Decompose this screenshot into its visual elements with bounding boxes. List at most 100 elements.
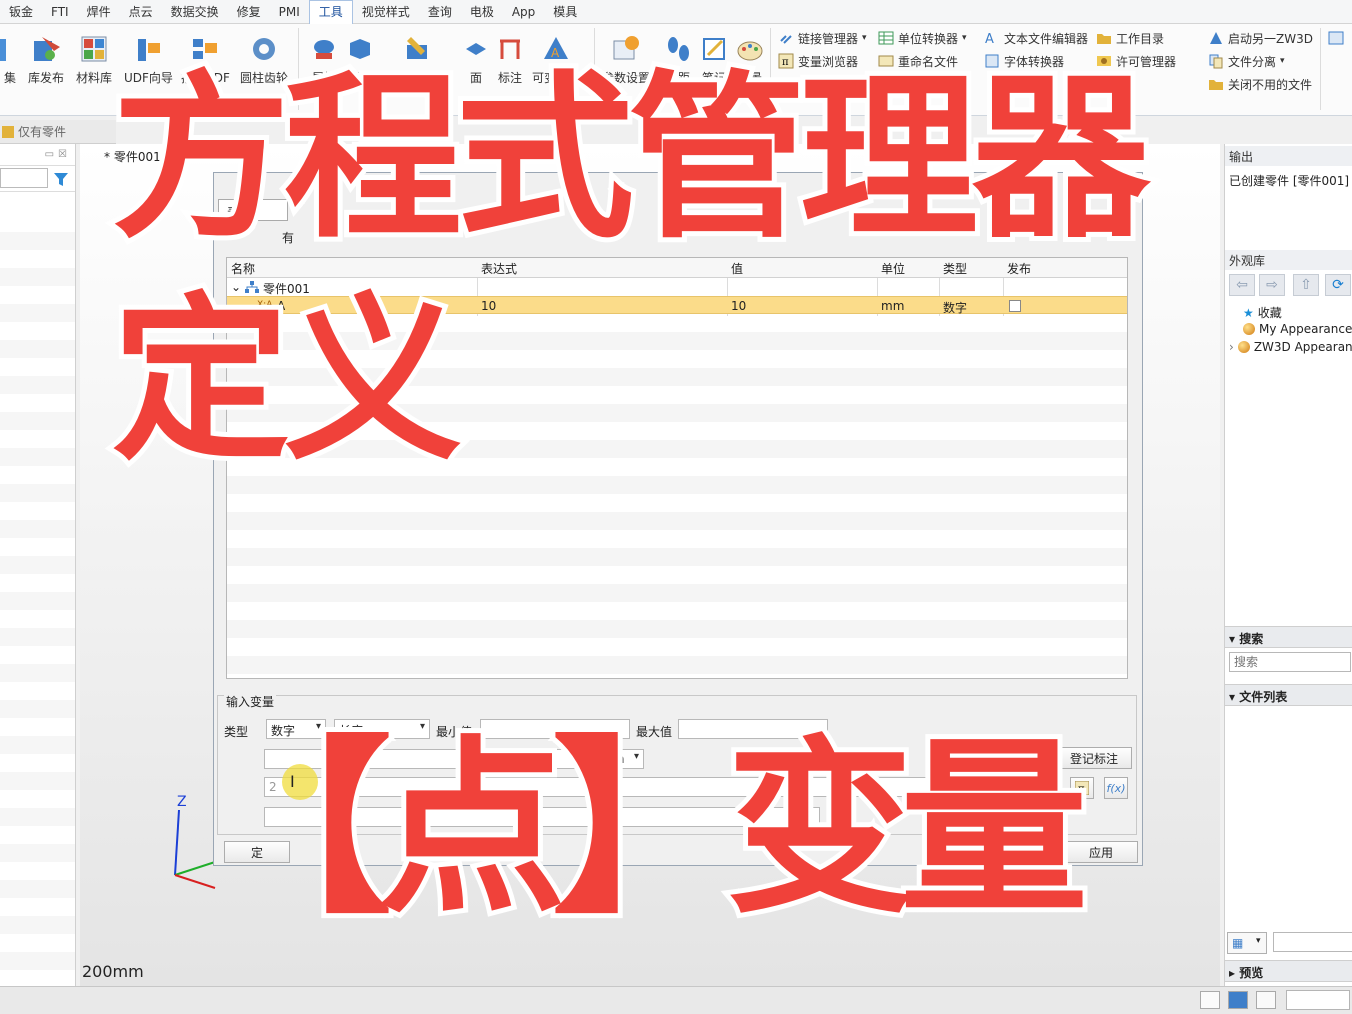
- pin-icon[interactable]: ▭: [45, 149, 54, 160]
- up-arrow-icon[interactable]: ⇧: [1293, 274, 1319, 296]
- part-filter-label: 仅有零件: [18, 125, 67, 139]
- ribbon-cut-button[interactable]: 集: [0, 26, 26, 86]
- function-icon[interactable]: f(x): [1104, 777, 1128, 799]
- view-mode-button[interactable]: ▦ ▾: [1227, 932, 1267, 954]
- publish-checkbox[interactable]: [1009, 300, 1021, 312]
- panel-toolbar: ▭ ☒: [0, 144, 75, 166]
- library-publish-label: 库发布: [28, 71, 65, 85]
- folder-icon: [1097, 34, 1111, 44]
- status-display-icon[interactable]: [1228, 991, 1248, 1009]
- row-unit: mm: [881, 299, 905, 313]
- launch-another-label: 启动另一ZW3D: [1228, 31, 1313, 46]
- preview-section-header[interactable]: ▸ 预览: [1225, 960, 1352, 982]
- left-header-extension: [76, 120, 116, 144]
- library-item-zw3d-appearance[interactable]: › ZW3D Appearanc: [1229, 340, 1352, 354]
- unit-converter-label: 单位转换器: [898, 31, 959, 46]
- row-value: 10: [731, 299, 747, 313]
- menu-electrode[interactable]: 电极: [461, 1, 503, 23]
- file-filter-input[interactable]: [1273, 932, 1352, 952]
- column-type[interactable]: 类型: [943, 260, 967, 277]
- file-list-title: 文件列表: [1239, 690, 1288, 704]
- text-editor-icon: A: [985, 32, 994, 46]
- menu-mold[interactable]: 模具: [544, 1, 586, 23]
- dropdown-arrow-icon: ▾: [1256, 936, 1261, 946]
- file-list-section-header[interactable]: ▾ 文件列表: [1225, 684, 1352, 706]
- menu-pmi[interactable]: PMI: [270, 1, 309, 23]
- star-icon: ★: [1243, 305, 1254, 320]
- sphere-icon: [1243, 323, 1255, 335]
- library-publish-icon: [34, 37, 60, 61]
- menu-inquire[interactable]: 查询: [419, 1, 461, 23]
- history-tree[interactable]: [0, 214, 75, 986]
- table-icon: [878, 31, 894, 45]
- history-panel: ▭ ☒: [0, 144, 76, 986]
- panel-filter: [0, 166, 75, 192]
- menu-pointcloud[interactable]: 点云: [120, 1, 162, 23]
- text-editor-button[interactable]: A 文本文件编辑器: [984, 28, 1088, 48]
- column-name[interactable]: 名称: [231, 260, 255, 277]
- part-filter-header[interactable]: 仅有零件: [0, 120, 76, 144]
- menu-weldment[interactable]: 焊件: [78, 1, 120, 23]
- status-list-icon[interactable]: [1256, 991, 1276, 1009]
- library-item-favorites[interactable]: ★ 收藏: [1243, 304, 1282, 321]
- column-unit[interactable]: 单位: [881, 260, 905, 277]
- menu-tools[interactable]: 工具: [308, 0, 353, 24]
- back-arrow-icon[interactable]: ⇦: [1229, 274, 1255, 296]
- ribbon-overflow-button[interactable]: [1328, 28, 1348, 48]
- close-unused-files-button[interactable]: 关闭不用的文件: [1208, 74, 1312, 94]
- command-input[interactable]: [1286, 990, 1350, 1010]
- column-expression[interactable]: 表达式: [481, 260, 517, 277]
- refresh-icon[interactable]: ⟳: [1325, 274, 1351, 296]
- ribbon-cut-label: 集: [3, 71, 16, 85]
- row-expression[interactable]: 10: [481, 299, 496, 313]
- material-library-button[interactable]: 材料库: [76, 26, 112, 86]
- close-icon[interactable]: ☒: [58, 149, 67, 160]
- output-title: 输出: [1225, 146, 1352, 166]
- right-panel: 输出 已创建零件 [零件001] 外观库 ⇦ ⇨ ⇧ ⟳ ★ 收藏 My App…: [1224, 144, 1352, 986]
- menu-visual-style[interactable]: 视觉样式: [353, 1, 419, 23]
- status-layout-icon[interactable]: [1200, 991, 1220, 1009]
- file-separation-button[interactable]: 文件分离 ▾: [1208, 51, 1285, 71]
- column-value[interactable]: 值: [731, 260, 743, 277]
- unit-converter-button[interactable]: 单位转换器 ▾: [878, 28, 967, 48]
- menu-app[interactable]: App: [503, 1, 544, 23]
- filter-icon[interactable]: [52, 170, 70, 188]
- library-item-label: 收藏: [1257, 306, 1282, 320]
- library-publish-button[interactable]: 库发布: [28, 26, 64, 86]
- search-input[interactable]: [1229, 652, 1351, 672]
- library-item-my-appearance[interactable]: My Appearance: [1243, 322, 1352, 336]
- svg-text:Z: Z: [177, 794, 187, 810]
- part-icon: [2, 125, 14, 138]
- search-section-header[interactable]: ▾ 搜索: [1225, 626, 1352, 648]
- filter-input[interactable]: [0, 168, 48, 188]
- link-manager-button[interactable]: 链接管理器 ▾: [778, 28, 867, 48]
- apply-button[interactable]: 应用: [1064, 841, 1138, 863]
- svg-text:A: A: [985, 32, 994, 46]
- material-library-icon: [81, 36, 107, 62]
- material-library-label: 材料库: [76, 71, 113, 85]
- column-publish[interactable]: 发布: [1007, 260, 1031, 277]
- menu-repair[interactable]: 修复: [228, 1, 270, 23]
- menu-fti[interactable]: FTI: [42, 1, 78, 23]
- scale-label: 200mm: [82, 962, 144, 981]
- working-directory-button[interactable]: 工作目录: [1096, 28, 1164, 48]
- expand-icon[interactable]: ›: [1229, 340, 1234, 354]
- menu-data-exchange[interactable]: 数据交换: [162, 1, 228, 23]
- ribbon-separator: [1320, 28, 1321, 110]
- launch-another-button[interactable]: 启动另一ZW3D: [1208, 28, 1313, 48]
- dropdown-arrow-icon: ▾: [962, 33, 967, 43]
- menu-sheetmetal[interactable]: 钣金: [0, 1, 42, 23]
- link-manager-label: 链接管理器: [798, 31, 859, 46]
- dropdown-arrow-icon: ▾: [862, 33, 867, 43]
- overlay-title-line3: 【点】变量: [199, 720, 1093, 939]
- forward-arrow-icon[interactable]: ⇨: [1259, 274, 1285, 296]
- dropdown-arrow-icon: ▾: [1280, 56, 1285, 66]
- working-directory-label: 工作目录: [1116, 31, 1165, 46]
- close-files-icon: [1209, 80, 1223, 90]
- file-separation-label: 文件分离: [1228, 54, 1277, 69]
- grid-view-icon: ▦: [1232, 936, 1244, 950]
- appearance-library-title: 外观库: [1225, 250, 1352, 270]
- search-title: 搜索: [1239, 632, 1264, 646]
- status-bar: [0, 986, 1352, 1014]
- preview-title: 预览: [1239, 966, 1264, 980]
